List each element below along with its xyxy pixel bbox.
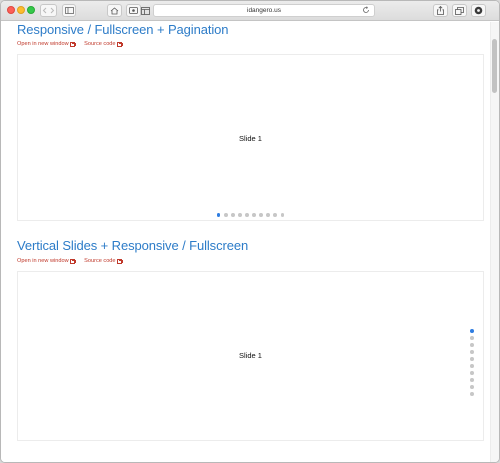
pagination-dot[interactable] <box>280 213 285 217</box>
back-forward-icon <box>42 7 55 14</box>
pagination-dot[interactable] <box>470 342 474 347</box>
section-links: Open in new window Source code <box>17 258 123 264</box>
minimize-window-button[interactable] <box>17 6 25 14</box>
pagination-dot[interactable] <box>237 213 242 217</box>
address-text: idangero.us <box>247 7 281 14</box>
extension-button[interactable] <box>471 4 486 17</box>
pagination-dot[interactable] <box>230 213 235 217</box>
section-title: Responsive / Fullscreen + Pagination <box>17 22 229 37</box>
share-icon <box>437 6 444 15</box>
external-link-icon <box>117 258 123 264</box>
layout-icon <box>140 6 150 15</box>
slide-label: Slide 1 <box>239 351 262 360</box>
sidebar-icon <box>64 7 74 14</box>
external-link-icon <box>70 258 76 264</box>
section-links: Open in new window Source code <box>17 41 123 47</box>
external-link-icon <box>117 41 123 47</box>
scrollbar-thumb[interactable] <box>492 39 497 93</box>
source-code-label: Source code <box>84 258 116 264</box>
pagination-dot[interactable] <box>470 370 474 375</box>
pagination-dot[interactable] <box>470 356 474 361</box>
pagination-dot[interactable] <box>470 384 474 389</box>
pagination-dot[interactable] <box>470 329 474 333</box>
settings-icon <box>474 6 483 15</box>
tabs-icon <box>455 6 464 15</box>
open-new-window-label: Open in new window <box>17 258 69 264</box>
tabs-button[interactable] <box>452 4 467 17</box>
browser-window: idangero.us Responsive / Fullscreen + Pa… <box>0 0 500 463</box>
pagination-dot[interactable] <box>216 213 221 217</box>
source-code-link[interactable]: Source code <box>84 258 123 264</box>
source-code-link[interactable]: Source code <box>84 41 123 47</box>
pagination-dot[interactable] <box>470 335 474 340</box>
pagination-dot[interactable] <box>470 349 474 354</box>
open-new-window-link[interactable]: Open in new window <box>17 258 76 264</box>
pagination-horizontal <box>18 213 483 217</box>
pagination-dot[interactable] <box>470 363 474 368</box>
pagination-dot[interactable] <box>470 377 474 382</box>
address-bar[interactable]: idangero.us <box>153 4 375 17</box>
layout-button[interactable] <box>140 4 150 17</box>
slider-horizontal[interactable]: Slide 1 <box>17 54 484 221</box>
sidebar-button[interactable] <box>62 4 76 17</box>
share-button[interactable] <box>433 4 448 17</box>
open-new-window-label: Open in new window <box>17 41 69 47</box>
pagination-dot[interactable] <box>266 213 271 217</box>
back-forward-buttons[interactable] <box>40 4 57 17</box>
pagination-dot[interactable] <box>252 213 256 217</box>
reload-icon[interactable] <box>362 6 370 14</box>
external-link-icon <box>70 41 76 47</box>
close-window-button[interactable] <box>7 6 15 14</box>
media-icon <box>129 7 138 14</box>
open-new-window-link[interactable]: Open in new window <box>17 41 76 47</box>
maximize-window-button[interactable] <box>27 6 35 14</box>
source-code-label: Source code <box>84 41 116 47</box>
pagination-dot[interactable] <box>470 391 474 396</box>
page-content: Responsive / Fullscreen + Pagination Ope… <box>1 22 491 462</box>
home-icon <box>110 6 119 14</box>
pagination-dot[interactable] <box>223 213 228 217</box>
slider-vertical[interactable]: Slide 1 <box>17 271 484 441</box>
section-title: Vertical Slides + Responsive / Fullscree… <box>17 238 249 253</box>
pagination-dot[interactable] <box>245 213 249 217</box>
pagination-dot[interactable] <box>273 213 278 217</box>
home-button[interactable] <box>107 4 122 17</box>
browser-toolbar: idangero.us <box>1 1 499 21</box>
pagination-vertical <box>470 329 474 396</box>
pagination-dot[interactable] <box>259 213 264 217</box>
slide-label: Slide 1 <box>239 134 262 143</box>
media-button[interactable] <box>126 4 141 17</box>
